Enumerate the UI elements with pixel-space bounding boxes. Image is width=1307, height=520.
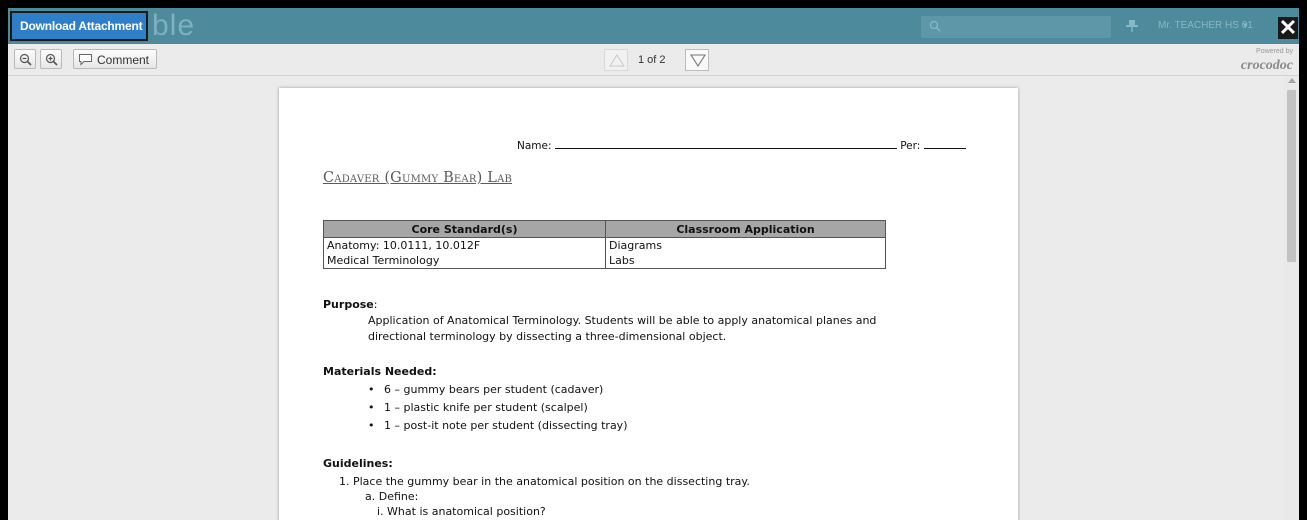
app-logo: ble — [152, 9, 196, 42]
app-header: Download Attachment ble Mr. TEACHER HS 0… — [8, 8, 1299, 44]
document-page: Name: Per: Cadaver (Gummy Bear) Lab Core… — [279, 88, 1018, 520]
powered-by-text: Powered by — [1256, 48, 1293, 55]
table-row: Anatomy: 10.0111, 10.012F Diagrams — [323, 237, 886, 253]
zoom-in-button[interactable] — [40, 49, 62, 69]
triangle-down-icon — [689, 54, 707, 68]
guideline-subsubstep: i. What is anatomical position? — [377, 505, 546, 518]
guideline-step: 1. Place the gummy bear in the anatomica… — [339, 475, 750, 488]
zoom-out-icon — [19, 53, 32, 66]
purpose-colon: : — [373, 298, 378, 311]
speech-bubble-icon — [79, 54, 92, 66]
viewer-toolbar: Comment 1 of 2 Powered by crocodoc — [8, 44, 1299, 76]
table-header: Core Standard(s) — [323, 220, 606, 238]
table-cell: Medical Terminology — [323, 253, 606, 269]
name-label: Name: — [517, 140, 552, 152]
purpose-text: Application of Anatomical Terminology. S… — [368, 314, 877, 343]
search-icon — [929, 20, 941, 32]
crocodoc-brand: crocodoc — [1240, 58, 1293, 73]
table-header-row: Core Standard(s) Classroom Application — [323, 220, 886, 238]
standards-table: Core Standard(s) Classroom Application A… — [323, 220, 886, 269]
table-row: Medical Terminology Labs — [323, 253, 886, 269]
list-item: 6 – gummy bears per student (cadaver) — [368, 381, 627, 399]
materials-list: 6 – gummy bears per student (cadaver) 1 … — [368, 381, 627, 435]
scrollbar-thumb[interactable] — [1287, 90, 1296, 262]
download-attachment-button[interactable]: Download Attachment — [10, 11, 148, 41]
document-title: Cadaver (Gummy Bear) Lab — [323, 170, 513, 186]
guidelines-heading: Guidelines: — [323, 457, 393, 470]
purpose-heading: Purpose: — [323, 298, 377, 311]
next-page-button[interactable] — [685, 49, 709, 71]
pin-icon[interactable] — [1125, 19, 1139, 33]
table-cell: Labs — [605, 253, 886, 269]
close-button[interactable]: ✕ — [1278, 17, 1298, 39]
table-cell: Anatomy: 10.0111, 10.012F — [323, 237, 606, 253]
comment-label: Comment — [97, 53, 150, 67]
per-label: Per: — [900, 140, 921, 152]
name-blank — [554, 140, 897, 149]
zoom-out-button[interactable] — [14, 49, 36, 69]
zoom-in-icon — [45, 53, 58, 66]
viewer-window: Download Attachment ble Mr. TEACHER HS 0… — [8, 8, 1299, 520]
table-header: Classroom Application — [605, 220, 886, 238]
list-item: 1 – post-it note per student (dissecting… — [368, 417, 627, 435]
comment-button[interactable]: Comment — [73, 49, 157, 69]
list-item: 1 – plastic knife per student (scalpel) — [368, 399, 627, 417]
scroll-up-arrow-icon[interactable] — [1288, 78, 1296, 83]
table-cell: Diagrams — [605, 237, 886, 253]
guidelines-list: 1. Place the gummy bear in the anatomica… — [339, 474, 750, 519]
prev-page-button[interactable] — [604, 49, 628, 71]
name-line: Name: Per: — [517, 140, 966, 152]
triangle-up-icon — [609, 54, 625, 67]
guideline-substep: a. Define: — [365, 490, 419, 503]
per-blank — [923, 140, 966, 149]
purpose-heading-text: Purpose — [323, 298, 374, 311]
user-menu[interactable]: Mr. TEACHER HS 01 — [1158, 20, 1253, 31]
search-input[interactable] — [921, 16, 1111, 38]
powered-by-logo: Powered by crocodoc — [1223, 48, 1293, 74]
chevron-down-icon[interactable]: ▾ — [1243, 20, 1248, 31]
page-indicator: 1 of 2 — [638, 54, 666, 66]
materials-heading: Materials Needed: — [323, 365, 437, 378]
